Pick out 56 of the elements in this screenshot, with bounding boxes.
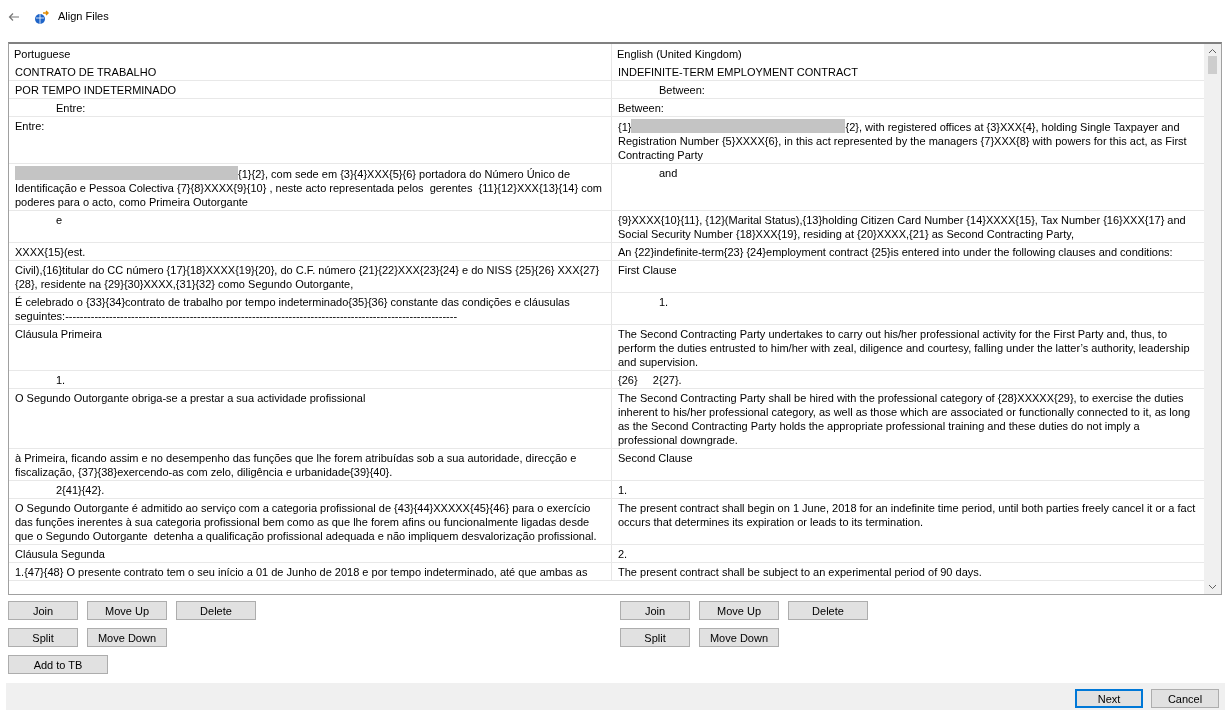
scrollbar[interactable] (1204, 44, 1221, 594)
cell-text: Civil),{16}titular do CC número {17}{18}XXXX{19}{20}, do C.F. número {21}{22}XXX{23}{24} e do NISS {25}{26} XXX{27}{28}, residente na {29}{30}XXXX,{31}{32} como Segundo Outorgante, (15, 263, 601, 291)
action-button[interactable]: Split (620, 628, 690, 647)
action-button[interactable]: Join (8, 601, 78, 620)
cell-text: Cláusula Segunda (15, 547, 106, 561)
scroll-up-icon[interactable] (1208, 48, 1217, 54)
cell-text: CONTRATO DE TRABALHO (15, 65, 158, 79)
cell-text: O Segundo Outorgante obriga-se a prestar a sua actividade profissional (15, 391, 367, 405)
action-button[interactable]: Move Up (699, 601, 779, 620)
cell-text: and (659, 166, 679, 180)
cell-text: An {22}indefinite-term{23} {24}employment contract {25}is entered into under the following clauses and conditions: (618, 245, 1174, 259)
cell-text: XXXX{15}(est. (15, 245, 87, 259)
cell-text: 1. (659, 295, 670, 309)
action-button[interactable]: Move Up (87, 601, 167, 620)
window-title: Align Files (58, 9, 109, 23)
cell-text: The Second Contracting Party shall be hired with the professional category of {28}XXXXX{29}, to exercise the duties inherent to his/her professional category, as well as those which are associated or functionally connected to it, as long as the Second Contracting Party holds the appropriate professional training and these duties do not imply a professional downgrade. (618, 391, 1192, 447)
cell-text: 1. (56, 373, 67, 387)
cell-text: {1}{2}, com sede em {3}{4}XXX{5}{6} portadora do Número Único de Identificação e Pessoa Colectiva {7}{8}XXXX{9}{10} , neste acto representada pelos gerentes {11}{12}XXX{13}{14} com poderes para o acto, como Primeira Outorgante (15, 166, 603, 209)
cell-text: 1.{47}{48} O presente contrato tem o seu início a 01 de Junho de 2018 e por tempo indeterminado, até que ambas as (15, 565, 589, 579)
cell-text: Between: (618, 101, 665, 115)
action-button[interactable]: Add to TB (8, 655, 108, 674)
column-header: English (United Kingdom) (617, 48, 742, 60)
action-button[interactable]: Move Down (699, 628, 779, 647)
cell-text: Entre: (56, 101, 87, 115)
cell-text: Entre: (15, 119, 46, 133)
cell-text: 2{41}{42}. (56, 483, 106, 497)
cell-text: INDEFINITE-TERM EMPLOYMENT CONTRACT (618, 65, 859, 79)
cell-text: 2. (618, 547, 629, 561)
action-button[interactable]: Move Down (87, 628, 167, 647)
scroll-down-icon[interactable] (1208, 584, 1217, 590)
cell-text: The present contract shall be subject to an experimental period of 90 days. (618, 565, 983, 579)
cell-text: First Clause (618, 263, 678, 277)
cell-text: Second Clause (618, 451, 694, 465)
dialog-button[interactable]: Next (1075, 689, 1143, 708)
scroll-thumb[interactable] (1208, 56, 1217, 74)
cell-text: {9}XXXX{10}{11}, {12}(Marital Status),{13}holding Citizen Card Number {14}XXXX{15}, Tax Number {16}XXX{17} and Social Security Number {18}XXX{19}, residing at {20}XXXX,{21} as Second Contracting Party, (618, 213, 1187, 241)
cell-text: POR TEMPO INDETERMINADO (15, 83, 178, 97)
cell-text: {26} 2{27}. (618, 373, 683, 387)
back-arrow-icon[interactable] (8, 11, 20, 23)
action-button[interactable]: Delete (176, 601, 256, 620)
cell-text: Cláusula Primeira (15, 327, 103, 341)
action-button[interactable]: Join (620, 601, 690, 620)
cell-text: e (56, 213, 64, 227)
action-button[interactable]: Delete (788, 601, 868, 620)
cell-text: 1. (618, 483, 629, 497)
cell-text: The present contract shall begin on 1 June, 2018 for an indefinite time period, until both parties freely cancel it or a fact occurs that determines its expiration or leads to its termination. (618, 501, 1197, 529)
action-button[interactable]: Split (8, 628, 78, 647)
cell-text: {1} {2}, with registered offices at {3}XXX{4}, holding Single Taxpayer and Registration Number {5}XXXX{6}, in this act represented by the managers {7}XXX{8} with powers for this act, as First Contracting Party (618, 119, 1188, 162)
dialog-button[interactable]: Cancel (1151, 689, 1219, 708)
cell-text: É celebrado o {33}{34}contrato de trabalho por tempo indeterminado{35}{36} constante das condições e cláusulas seguintes:----------------------------------------------------------------------------------------------------------- (15, 295, 571, 323)
cell-text: Between: (659, 83, 706, 97)
cell-text: The Second Contracting Party undertakes to carry out his/her professional activity for the First Party and, thus, to perform the duties entrusted to him/her with zeal, diligence and courtesy, falling under the latter’s authority, leadership and supervision. (618, 327, 1191, 369)
globe-arrows-icon (34, 9, 50, 25)
cell-text: O Segundo Outorgante é admitido ao serviço com a categoria profissional de {43}{44}XXXXX{45}{46} para o exercício das funções inerentes à sua categoria profissional bem como as que lhe forem afins ou funcionalmente ligadas desde que o Segundo Outorgante detenha a qualificação profissional adequada e não impliquem desvalorização profissional. (15, 501, 598, 543)
column-header: Portuguese (14, 48, 71, 60)
cell-text: à Primeira, ficando assim e no desempenho das funções que lhe forem atribuídas sob a sua autoridade, direcção e fiscalização, {37}{38}exercendo-as com zelo, diligência e urbanidade{39}{40}. (15, 451, 578, 479)
